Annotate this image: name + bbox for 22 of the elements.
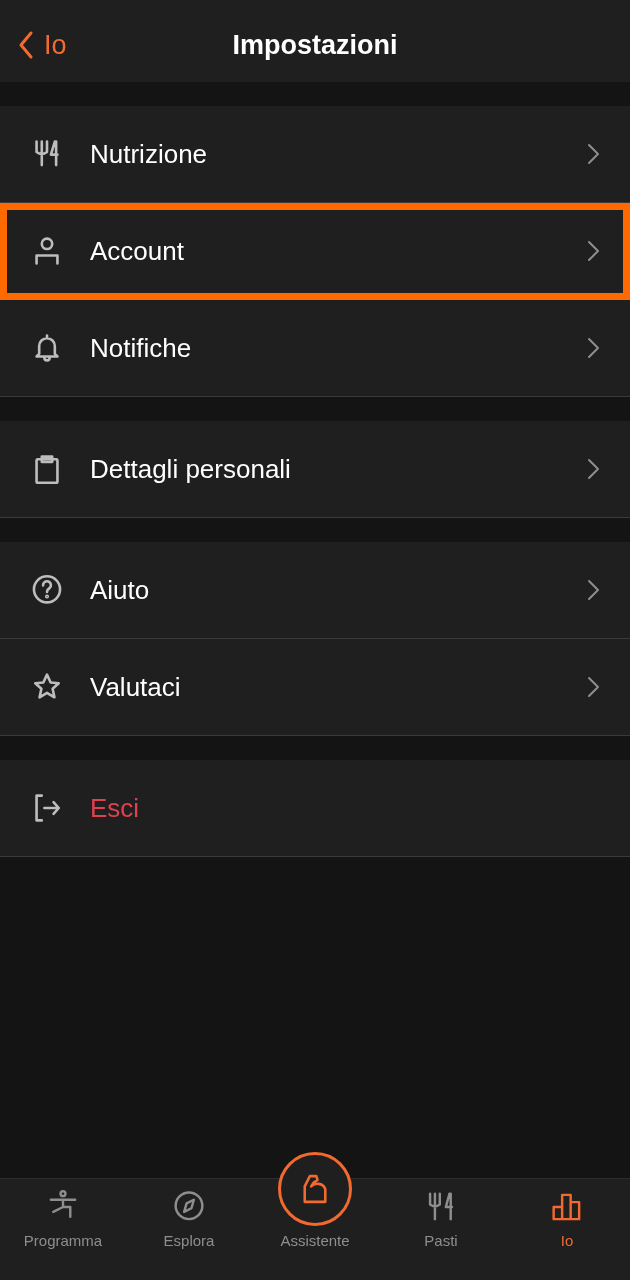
chevron-icon [586, 457, 600, 481]
chevron-icon [586, 578, 600, 602]
help-icon [32, 575, 62, 605]
clipboard-icon [32, 454, 62, 484]
settings-item[interactable]: Account [0, 203, 630, 300]
back-chevron-icon [18, 30, 34, 60]
chevron-icon [586, 336, 600, 360]
tab[interactable]: Assistente [252, 1149, 378, 1280]
page-title: Impostazioni [232, 28, 398, 62]
chevron-icon [586, 675, 600, 699]
tab[interactable]: Esplora [126, 1179, 252, 1280]
logout-icon [32, 793, 62, 823]
star-icon [32, 672, 62, 702]
bell-icon [32, 333, 62, 363]
chevron-icon [586, 142, 600, 166]
person-icon [32, 236, 62, 266]
tab[interactable]: Pasti [378, 1179, 504, 1280]
fork-knife-icon [32, 139, 62, 169]
back-button[interactable]: Io [0, 24, 67, 66]
chevron-icon [586, 239, 600, 263]
tab[interactable]: Io [504, 1179, 630, 1280]
tab[interactable]: Programma [0, 1179, 126, 1280]
